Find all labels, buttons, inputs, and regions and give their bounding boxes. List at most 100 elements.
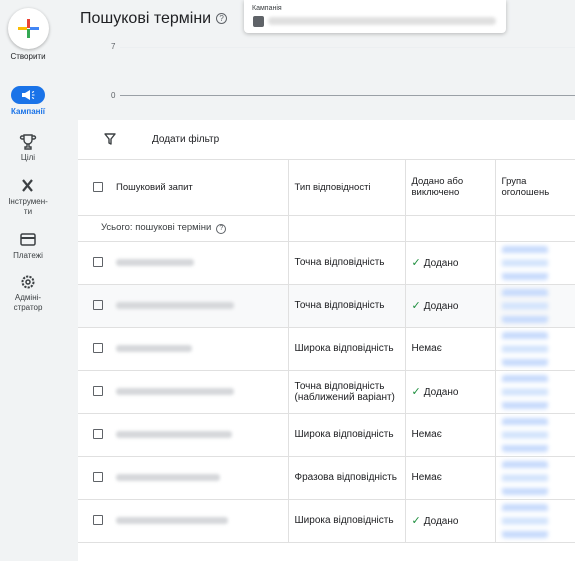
row-checkbox[interactable] — [93, 300, 103, 311]
added-excluded-cell: ✓ Додано — [405, 370, 496, 414]
search-term-blurred — [116, 516, 228, 524]
search-term-cell — [78, 370, 289, 414]
search-terms-table-card: Додати фільтр Пошуковий запит Тип відпов… — [78, 120, 575, 561]
added-excluded-cell: Немає — [405, 413, 496, 457]
match-type-cell: Фразова відповідність — [288, 456, 406, 500]
search-term-cell — [78, 241, 289, 285]
added-excluded-cell: Немає — [405, 456, 496, 500]
help-icon[interactable]: ? — [216, 224, 227, 234]
added-excluded-cell: ✓ Додано — [405, 241, 496, 285]
ad-group-link-blurred[interactable] — [501, 245, 548, 280]
table-row[interactable]: Точна відповідність (наближений варіант)… — [78, 370, 575, 414]
sidebar-item-billing[interactable]: Платежі — [0, 232, 56, 261]
checkmark-icon: ✓ — [411, 386, 421, 398]
checkmark-icon: ✓ — [411, 300, 421, 312]
sidebar-item-goals[interactable]: Цілі — [0, 134, 56, 163]
row-checkbox[interactable] — [93, 472, 103, 483]
status-text: Немає — [411, 472, 442, 483]
search-term-blurred — [116, 387, 234, 395]
ad-group-cell[interactable] — [495, 499, 575, 543]
ad-group-link-blurred[interactable] — [501, 460, 548, 495]
add-filter-button[interactable]: Додати фільтр — [152, 134, 219, 145]
match-type-cell: Точна відповідність (наближений варіант) — [288, 370, 406, 414]
filter-bar: Додати фільтр — [78, 120, 575, 160]
column-header-ad-group[interactable]: Група оголошень — [495, 160, 575, 216]
table-header-row: Пошуковий запит Тип відповідності Додано… — [78, 160, 575, 216]
total-row: Усього: пошукові терміни? — [78, 215, 575, 242]
table-row[interactable]: Широка відповідність Немає — [78, 413, 575, 457]
header-label: Пошуковий запит — [116, 181, 193, 193]
total-cell — [405, 215, 496, 242]
status-text: Немає — [411, 343, 442, 354]
select-all-checkbox[interactable] — [93, 182, 103, 193]
row-checkbox[interactable] — [93, 343, 103, 354]
total-cell — [495, 215, 575, 242]
status-text: Додано — [423, 301, 459, 312]
ad-group-link-blurred[interactable] — [501, 503, 548, 538]
checkmark-icon: ✓ — [411, 515, 421, 527]
table-row[interactable]: Фразова відповідність Немає — [78, 456, 575, 500]
megaphone-icon — [11, 86, 45, 104]
ad-group-link-blurred[interactable] — [501, 288, 548, 323]
status-text: Немає — [411, 429, 442, 440]
column-header-search-term[interactable]: Пошуковий запит — [78, 160, 289, 216]
row-checkbox[interactable] — [93, 386, 103, 397]
sidebar-item-admin[interactable]: Адміні- стратор — [0, 274, 56, 313]
sidebar: Створити Кампанії Цілі Інструмен- ти Пла… — [0, 0, 78, 561]
campaign-selector[interactable]: Кампанія — [244, 0, 506, 33]
search-icon — [253, 16, 264, 27]
ad-group-cell[interactable] — [495, 241, 575, 285]
create-button[interactable] — [8, 8, 49, 49]
match-type-cell: Точна відповідність — [288, 284, 406, 328]
row-checkbox[interactable] — [93, 257, 103, 268]
search-term-blurred — [116, 258, 194, 266]
search-term-cell — [78, 413, 289, 457]
table-row[interactable]: Точна відповідність ✓ Додано — [78, 241, 575, 285]
column-header-added-excluded[interactable]: Додано або виключено — [405, 160, 496, 216]
match-type-text: Точна відповідність (наближений варіант) — [294, 380, 395, 403]
y-tick-label: 7 — [111, 42, 116, 51]
added-excluded-cell: ✓ Додано — [405, 499, 496, 543]
status-text: Додано — [423, 516, 459, 527]
y-tick-label: 0 — [111, 91, 116, 100]
ad-group-cell[interactable] — [495, 413, 575, 457]
sidebar-item-campaigns[interactable]: Кампанії — [0, 86, 56, 117]
create-label: Створити — [10, 52, 46, 61]
added-excluded-cell: Немає — [405, 327, 496, 371]
x-axis-line — [120, 95, 575, 96]
match-type-cell: Точна відповідність — [288, 241, 406, 285]
table-row[interactable]: Широка відповідність ✓ Додано — [78, 499, 575, 543]
sidebar-item-label: Платежі — [13, 251, 43, 260]
search-term-cell — [78, 284, 289, 328]
status-text: Додано — [423, 258, 459, 269]
checkmark-icon: ✓ — [411, 257, 421, 269]
page-title-text: Пошукові терміни — [80, 10, 212, 27]
sidebar-item-label: Адміні- стратор — [13, 293, 43, 312]
table-row[interactable]: Точна відповідність ✓ Додано — [78, 284, 575, 328]
ad-group-cell[interactable] — [495, 370, 575, 414]
row-checkbox[interactable] — [93, 515, 103, 526]
match-type-text: Точна відповідність — [294, 257, 385, 268]
ad-group-cell[interactable] — [495, 456, 575, 500]
filter-icon[interactable] — [104, 133, 116, 145]
help-icon[interactable]: ? — [216, 13, 228, 24]
tools-icon — [22, 179, 33, 192]
total-label-cell: Усього: пошукові терміни? — [78, 215, 289, 242]
match-type-text: Фразова відповідність — [294, 472, 397, 483]
trophy-icon — [19, 134, 37, 150]
sidebar-item-tools[interactable]: Інструмен- ти — [0, 178, 56, 217]
table-row[interactable]: Широка відповідність Немає — [78, 327, 575, 371]
search-term-blurred — [116, 473, 220, 481]
ad-group-link-blurred[interactable] — [501, 374, 548, 409]
ad-group-cell[interactable] — [495, 284, 575, 328]
search-term-cell — [78, 327, 289, 371]
added-excluded-cell: ✓ Додано — [405, 284, 496, 328]
performance-chart: 7 0 — [78, 36, 575, 120]
match-type-cell: Широка відповідність — [288, 413, 406, 457]
ad-group-cell[interactable] — [495, 327, 575, 371]
search-term-blurred — [116, 430, 232, 438]
ad-group-link-blurred[interactable] — [501, 417, 548, 452]
column-header-match-type[interactable]: Тип відповідності — [288, 160, 406, 216]
ad-group-link-blurred[interactable] — [501, 331, 548, 366]
row-checkbox[interactable] — [93, 429, 103, 440]
